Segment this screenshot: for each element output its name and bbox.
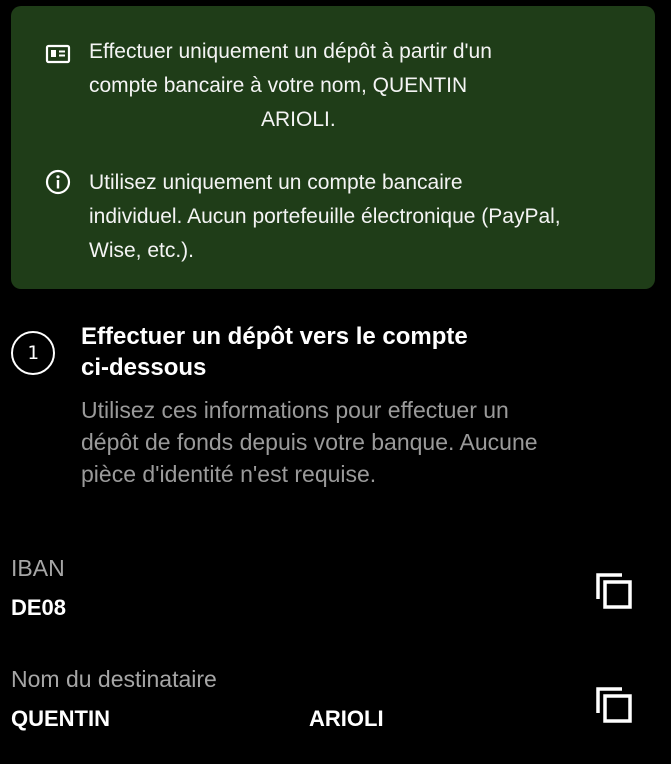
step-description-line: dépôt de fonds depuis votre banque. Aucu… — [81, 429, 538, 455]
notice-text-line: Utilisez uniquement un compte bancaire — [89, 171, 463, 194]
individual-account-notice-text: Utilisez uniquement un compte bancaire i… — [89, 166, 634, 268]
info-icon — [45, 169, 71, 195]
recipient-last-name: ARIOLI — [309, 706, 384, 731]
recipient-first-name: QUENTIN — [11, 706, 110, 731]
step-title-line: Effectuer un dépôt vers le compte — [81, 323, 468, 350]
step-description-line: Utilisez ces informations pour effectuer… — [81, 397, 509, 423]
iban-value: DE08 — [11, 595, 67, 620]
step-description-line: pièce d'identité n'est requise. — [81, 461, 377, 487]
recipient-label: Nom du destinataire — [11, 666, 217, 692]
copy-iban-button[interactable] — [592, 569, 638, 615]
notice-text-line: compte bancaire à votre nom, QUENTIN — [89, 74, 468, 97]
own-account-notice-text: Effectuer uniquement un dépôt à partir d… — [89, 35, 634, 137]
step-title-line: ci-dessous — [81, 354, 207, 381]
id-card-icon — [45, 44, 71, 64]
step-number-badge: 1 — [11, 331, 55, 375]
notice-text-line: ARIOLI. — [261, 108, 336, 131]
iban-label: IBAN — [11, 555, 65, 581]
notice-text-line: Effectuer uniquement un dépôt à partir d… — [89, 40, 492, 63]
notice-text-line: individuel. Aucun portefeuille électroni… — [89, 205, 561, 228]
step-description: Utilisez ces informations pour effectuer… — [81, 394, 661, 490]
deposit-notice-box: Effectuer uniquement un dépôt à partir d… — [11, 6, 655, 289]
notice-text-line: Wise, etc.). — [89, 239, 195, 262]
copy-recipient-button[interactable] — [592, 683, 638, 729]
step-title: Effectuer un dépôt vers le compte ci-des… — [81, 321, 641, 383]
